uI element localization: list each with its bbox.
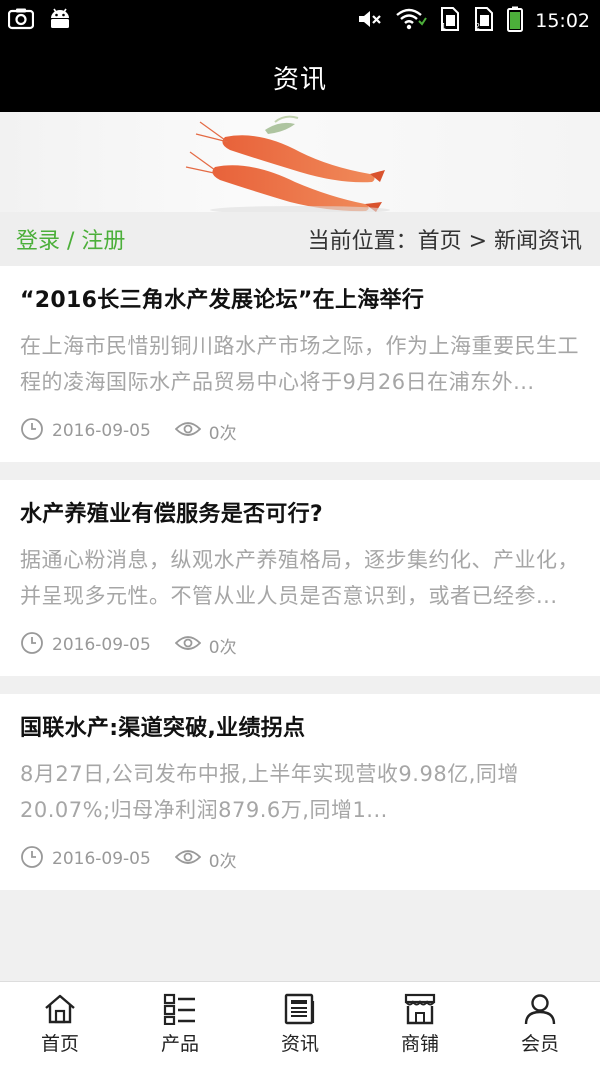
page-header: 资讯 [0,42,600,112]
tab-products-label: 产品 [160,1033,199,1055]
product-list-icon [163,993,197,1025]
tab-member-label: 会员 [520,1033,559,1055]
news-item[interactable]: 国联水产:渠道突破,业绩拐点 8月27日,公司发布中报,上半年实现营收9.98亿… [0,694,600,890]
tab-news[interactable]: 资讯 [240,982,360,1067]
current-location: 当前位置：首页 > 新闻资讯 [307,229,582,254]
clock-icon [20,417,44,446]
status-right: 1 2 15:02 [357,6,590,36]
sim1-icon: 1 [439,7,461,35]
eye-icon [174,634,202,657]
clock-icon [20,845,44,874]
page-title: 资讯 [272,64,327,95]
views-group: 0次 [174,419,237,444]
android-icon [48,8,72,34]
svg-text:2: 2 [475,22,480,31]
news-icon [283,993,317,1025]
status-left [7,8,72,34]
battery-icon [507,6,524,36]
bottom-tab-bar: 首页 产品 资讯 商铺 会员 [0,981,600,1067]
shop-icon [403,993,437,1025]
login-register-link[interactable]: 登录 / 注册 [16,223,125,255]
news-title[interactable]: 水产养殖业有偿服务是否可行? [20,498,580,532]
tab-member[interactable]: 会员 [480,982,600,1067]
sim2-icon: 2 [473,7,495,35]
news-views: 0次 [208,851,237,872]
screenshot-icon [7,8,35,34]
date-group: 2016-09-05 [20,845,151,874]
mute-icon [357,8,383,34]
news-item[interactable]: 水产养殖业有偿服务是否可行? 据通心粉消息，纵观水产养殖格局，逐步集约化、产业化… [0,480,600,676]
date-group: 2016-09-05 [20,631,151,660]
news-title[interactable]: “2016长三角水产发展论坛”在上海举行 [20,284,580,318]
news-title[interactable]: 国联水产:渠道突破,业绩拐点 [20,712,580,746]
news-meta: 2016-09-05 0次 [20,828,580,890]
breadcrumb: 登录 / 注册 当前位置：首页 > 新闻资讯 [0,212,600,266]
wifi-icon [395,8,428,34]
views-group: 0次 [174,847,237,872]
news-meta: 2016-09-05 0次 [20,614,580,676]
news-date: 2016-09-05 [52,421,151,441]
shrimp-banner-image [185,115,390,212]
tab-home[interactable]: 首页 [0,982,120,1067]
tab-news-label: 资讯 [280,1033,319,1055]
date-group: 2016-09-05 [20,417,151,446]
news-item[interactable]: “2016长三角水产发展论坛”在上海举行 在上海市民惜别铜川路水产市场之际，作为… [0,266,600,462]
news-views: 0次 [208,637,237,658]
tab-shop[interactable]: 商铺 [360,982,480,1067]
status-bar: 1 2 15:02 [0,0,600,42]
eye-icon [174,420,202,443]
tab-home-label: 首页 [40,1033,79,1055]
shrimp-banner [0,112,600,212]
tab-products[interactable]: 产品 [120,982,240,1067]
views-group: 0次 [174,633,237,658]
news-list: “2016长三角水产发展论坛”在上海举行 在上海市民惜别铜川路水产市场之际，作为… [0,266,600,890]
member-icon [523,993,557,1025]
news-summary: 据通心粉消息，纵观水产养殖格局，逐步集约化、产业化，并呈现多元性。不管从业人员是… [20,548,579,608]
svg-text:1: 1 [441,22,446,31]
news-views: 0次 [208,423,237,444]
news-date: 2016-09-05 [52,849,151,869]
news-date: 2016-09-05 [52,635,151,655]
news-summary: 在上海市民惜别铜川路水产市场之际，作为上海重要民生工程的凌海国际水产品贸易中心将… [20,334,579,394]
status-time: 15:02 [535,10,590,32]
home-icon [43,993,77,1025]
news-meta: 2016-09-05 0次 [20,400,580,462]
clock-icon [20,631,44,660]
tab-shop-label: 商铺 [400,1033,439,1055]
news-summary: 8月27日,公司发布中报,上半年实现营收9.98亿,同增20.07%;归母净利润… [20,762,519,822]
eye-icon [174,848,202,871]
